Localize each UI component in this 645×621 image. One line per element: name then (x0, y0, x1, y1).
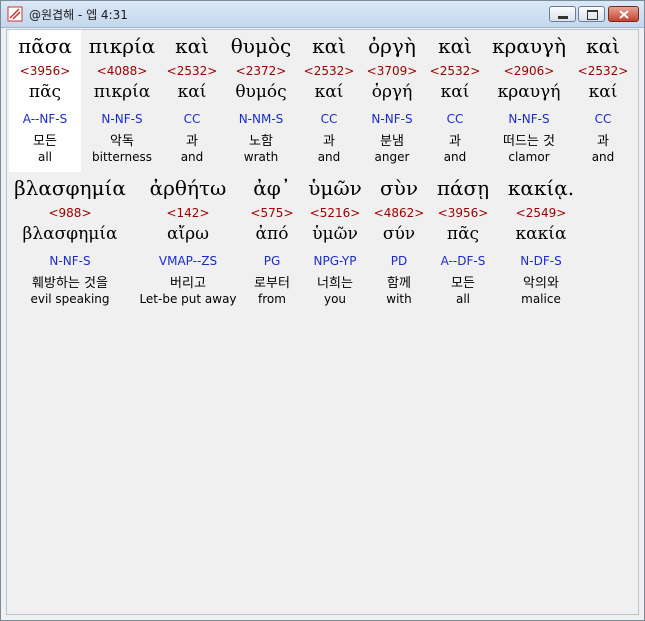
korean-gloss: 함께 (387, 276, 411, 291)
word-column[interactable]: ἀφ᾽ <575> ἀπό PG 로부터 from (245, 30, 299, 314)
morph-code[interactable]: CC (577, 112, 629, 126)
greek-word: ὑμῶν (308, 176, 362, 200)
korean-gloss: 악의와 (523, 276, 559, 291)
english-gloss: you (323, 292, 347, 306)
title-bar[interactable]: @원겹해 - 엡 4:31 (1, 1, 644, 28)
app-window: @원겹해 - 엡 4:31 πᾶσα <3956> πᾶς A--NF-S 모든… (0, 0, 645, 621)
lemma: ἀπό (255, 224, 289, 244)
morph-code[interactable]: A--DF-S (431, 254, 495, 268)
strong-number[interactable]: <4862> (371, 206, 427, 220)
english-gloss: evil speaking (30, 292, 110, 306)
app-book-icon (7, 6, 23, 22)
english-gloss: with (386, 292, 412, 306)
korean-gloss: 로부터 (254, 276, 290, 291)
english-gloss: from (258, 292, 286, 306)
maximize-icon (587, 10, 598, 20)
morph-code[interactable]: VMAP--ZS (137, 254, 239, 268)
korean-gloss: 버리고 (170, 276, 206, 291)
strong-number[interactable]: <575> (245, 206, 299, 220)
strong-number[interactable]: <2532> (577, 64, 629, 78)
strong-number[interactable]: <142> (137, 206, 239, 220)
korean-gloss: 너희는 (317, 276, 353, 291)
greek-word: καὶ (586, 34, 620, 58)
greek-word: σὺν (380, 176, 418, 200)
word-column[interactable]: ἀρθήτω <142> αἴρω VMAP--ZS 버리고 Let-be pu… (137, 30, 239, 314)
strong-number[interactable]: <2549> (503, 206, 579, 220)
lemma: βλασφημία (22, 224, 118, 244)
word-column[interactable]: σὺν <4862> σύν PD 함께 with (371, 30, 427, 314)
english-gloss: Let-be put away (139, 292, 237, 306)
window-title: @원겹해 - 엡 4:31 (29, 8, 128, 22)
greek-word: ἀρθήτω (149, 176, 227, 200)
greek-word: κακίᾳ. (507, 176, 575, 200)
lemma: σύν (382, 224, 416, 244)
strong-number[interactable]: <3956> (431, 206, 495, 220)
close-button[interactable] (608, 6, 639, 22)
korean-gloss: 모든 (451, 276, 475, 291)
strong-number[interactable]: <988> (9, 206, 131, 220)
english-gloss: malice (521, 292, 561, 306)
korean-gloss: 훼방하는 것을 (32, 276, 108, 291)
word-column[interactable]: καὶ <2532> καί CC 과 and (577, 30, 629, 172)
minimize-button[interactable] (549, 6, 576, 22)
strong-number[interactable]: <5216> (303, 206, 367, 220)
lemma: καί (588, 82, 618, 102)
minimize-icon (558, 16, 568, 19)
morph-code[interactable]: PD (371, 254, 427, 268)
morph-code[interactable]: NPG-YP (303, 254, 367, 268)
lemma: πᾶς (446, 224, 480, 244)
lemma: κακία (515, 224, 567, 244)
greek-word: ἀφ᾽ (253, 176, 291, 200)
english-gloss: all (455, 292, 471, 306)
korean-gloss: 과 (597, 134, 609, 149)
word-column[interactable]: ὑμῶν <5216> ὑμῶν NPG-YP 너희는 you (303, 30, 367, 314)
greek-word: πάσῃ (436, 176, 490, 200)
word-column[interactable]: πάσῃ <3956> πᾶς A--DF-S 모든 all (431, 30, 495, 314)
lemma: ὑμῶν (312, 224, 358, 244)
lemma: αἴρω (166, 224, 209, 244)
close-icon (619, 10, 629, 19)
interlinear-panel: πᾶσα <3956> πᾶς A--NF-S 모든 all πικρία <4… (6, 29, 639, 615)
morph-code[interactable]: PG (245, 254, 299, 268)
word-column[interactable]: κακίᾳ. <2549> κακία N-DF-S 악의와 malice (503, 30, 579, 314)
maximize-button[interactable] (578, 6, 605, 22)
greek-word: βλασφημία (14, 176, 126, 200)
word-column[interactable]: βλασφημία <988> βλασφημία N-NF-S 훼방하는 것을… (9, 30, 131, 314)
morph-code[interactable]: N-NF-S (9, 254, 131, 268)
morph-code[interactable]: N-DF-S (503, 254, 579, 268)
english-gloss: and (591, 150, 615, 164)
